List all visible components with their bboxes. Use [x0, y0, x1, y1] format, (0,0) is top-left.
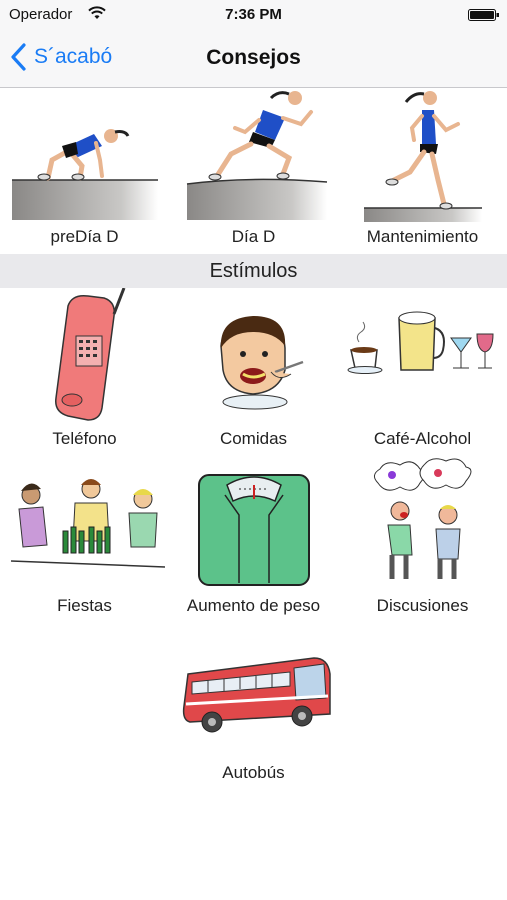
stimulus-label: Fiestas — [57, 596, 112, 615]
stimulus-item-telefono[interactable]: Teléfono — [0, 288, 169, 453]
eating-person-icon — [219, 316, 303, 410]
section-header: Estímulos — [0, 254, 507, 288]
page-title: Consejos — [206, 46, 301, 69]
phase-label: preDía D — [50, 227, 119, 246]
stimulus-label: Discusiones — [376, 596, 469, 615]
stimulus-label: Teléfono — [52, 429, 117, 448]
stimulus-label: Comidas — [219, 429, 288, 448]
stimulus-item-comidas[interactable]: Comidas — [169, 288, 338, 453]
navigation-bar: S´acabó Consejos — [0, 30, 507, 88]
clock-label: 7:36 PM — [225, 6, 282, 23]
scale-icon — [197, 474, 310, 586]
runner-crouch-icon — [11, 129, 158, 220]
stimulus-label: Café-Alcohol — [373, 429, 472, 448]
status-bar: Operador 7:36 PM — [0, 0, 507, 30]
party-people-icon — [10, 479, 165, 568]
stimulus-item-fiestas[interactable]: Fiestas — [0, 455, 169, 620]
section-title: Estímulos — [209, 260, 298, 282]
stimulus-item-discusiones[interactable]: Discusiones — [338, 455, 507, 620]
phase-item-mantenimiento[interactable]: Mantenimiento — [338, 88, 507, 253]
stimulus-item-aumento-de-peso[interactable]: Aumento de peso — [169, 455, 338, 620]
phase-item-dia-d[interactable]: Día D — [169, 88, 338, 253]
battery-icon — [468, 9, 499, 21]
phase-row: preDía D Día D Mantenimiento — [0, 88, 507, 253]
coffee-drinks-icon — [347, 311, 494, 374]
phase-label: Día D — [231, 227, 276, 246]
runner-running-icon — [363, 91, 482, 222]
stimulus-item-cafe-alcohol[interactable]: Café-Alcohol — [338, 288, 507, 453]
stimulus-item-autobus[interactable]: Autobús — [169, 622, 338, 787]
phase-label: Mantenimiento — [366, 227, 479, 246]
stimulus-label: Aumento de peso — [186, 596, 321, 615]
telephone-icon — [54, 288, 125, 421]
phase-item-predia[interactable]: preDía D — [0, 88, 169, 253]
stimulus-label: Autobús — [222, 763, 285, 782]
runner-start-icon — [186, 91, 327, 220]
argument-icon — [373, 458, 471, 579]
bus-icon — [182, 657, 331, 733]
